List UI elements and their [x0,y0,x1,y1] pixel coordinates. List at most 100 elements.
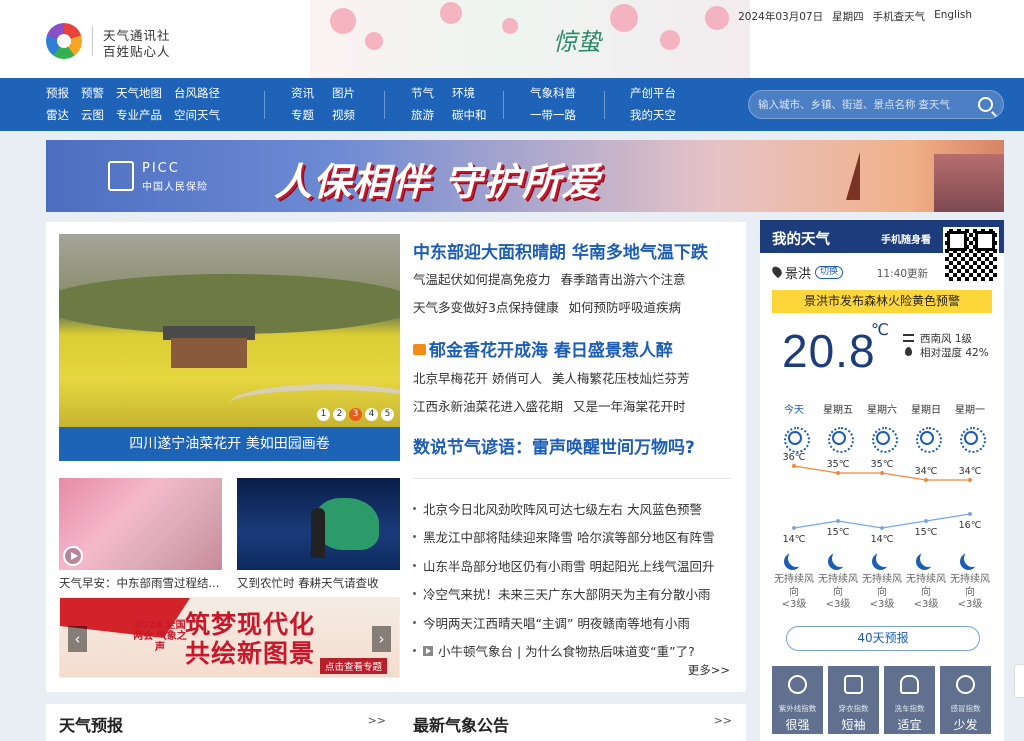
nav-link[interactable]: 一带一路 [530,107,576,123]
news-item[interactable]: 山东半岛部分地区仍有小雨雪 明起阳光上线气温回升 [413,551,731,580]
sub-link[interactable]: 气温起伏如何提高免疫力 [413,269,551,288]
carwash-index-card[interactable]: 洗车指数 适宜 [884,666,935,734]
nav-link[interactable]: 环境 [452,85,487,101]
promo-more-link[interactable]: 点击查看专题 [319,658,387,674]
section-divider [413,478,731,479]
cold-index-card[interactable]: 感冒指数 少发 [940,666,991,734]
sub-link[interactable]: 如何预防呼吸道疾病 [568,297,681,316]
nav-link[interactable]: 台风路径 [174,85,220,101]
nav-link[interactable]: 资讯 [291,85,314,101]
sub-link[interactable]: 又是一年海棠花开时 [573,396,686,415]
news-list: 北京今日北风劲吹阵风可达七级左右 大风蓝色预警 黑龙江中部将陆续迎来降雪 哈尔滨… [413,494,731,665]
switch-city-button[interactable]: 切换 [815,266,844,279]
slide-dot[interactable]: 5 [381,408,394,421]
low-temp-point [792,526,796,530]
english-link[interactable]: English [934,9,972,24]
high-temp-label: 35℃ [827,459,850,470]
forecast-day: 星期一 [955,405,985,416]
news-title: 冷空气来扰！未来三天广东大部阴天为主有分散小雨 [423,587,711,603]
news-title: 北京今日北风劲吹阵风可达七级左右 大风蓝色预警 [423,501,702,517]
clear-night-icon [788,550,805,567]
sub-link[interactable]: 春季踏青出游六个注意 [561,269,686,288]
nav-link[interactable]: 预报 [46,85,69,101]
picc-brand-cn: 中国人民保险 [142,182,208,193]
slide-dot[interactable]: 2 [333,408,346,421]
nav-link[interactable]: 专业产品 [116,107,162,123]
sub-link[interactable]: 天气多变做好3点保持健康 [413,297,558,316]
weather-search-box [748,90,1004,119]
news-item[interactable]: 北京今日北风劲吹阵风可达七级左右 大风蓝色预警 [413,494,731,523]
carousel-prev-icon[interactable]: ‹ [68,626,87,652]
slide-dot[interactable]: 1 [317,408,330,421]
slide-dot[interactable]: 4 [365,408,378,421]
nav-link[interactable]: 雷达 [46,107,69,123]
nav-link[interactable]: 气象科普 [530,85,576,101]
news-item[interactable]: 小牛顿气象台 | 为什么食物热后味道变“重”了? [413,637,731,666]
nav-link[interactable]: 天气地图 [116,85,162,101]
clothing-index-card[interactable]: 穿衣指数 短袖 [828,666,879,734]
nav-link[interactable]: 旅游 [411,107,434,123]
nav-link[interactable]: 云图 [81,107,104,123]
two-sessions-promo-banner[interactable]: 2024 全国两会 气象之声 筑梦现代化 共绘新图景 点击查看专题 ‹ › [59,597,400,678]
forecast-day: 星期五 [823,405,853,416]
hero-caption[interactable]: 四川遂宁油菜花开 美如田园画卷 [59,427,400,461]
nav-link[interactable]: 空间天气 [174,107,220,123]
nav-link[interactable]: 节气 [411,85,434,101]
play-icon[interactable] [63,546,83,566]
nav-link[interactable]: 视频 [332,107,355,123]
slide-dot-active[interactable]: 3 [349,408,362,421]
low-temp-point [924,519,928,523]
sub-link[interactable]: 北京早梅花开 娇俏可人 [413,368,542,387]
thumbnail-caption[interactable]: 天气早安：中东部雨雪过程结... [59,575,222,591]
thumbnail-caption[interactable]: 又到农忙时 春耕天气请查收 [237,575,400,591]
sub-link[interactable]: 美人梅繁花压枝灿烂芬芳 [552,368,690,387]
section-title: 天气预报 [59,716,124,735]
floating-side-tab[interactable] [1014,664,1024,698]
video-thumbnail[interactable] [237,478,400,570]
forty-day-forecast-button[interactable]: 40天预报 [786,626,980,651]
nav-link[interactable]: 产创平台 [630,85,676,101]
headline-link[interactable]: 中东部迎大面积晴朗 华南多地气温下跌 [413,238,708,263]
carousel-next-icon[interactable]: › [372,626,391,652]
high-temp-label: 35℃ [871,459,894,470]
news-item[interactable]: 黑龙江中部将陆续迎来降雪 哈尔滨等部分地区有阵雪 [413,523,731,552]
section-more-link[interactable]: >> [714,714,732,727]
headline-link[interactable]: 数说节气谚语：雷声唤醒世间万物吗? [413,433,695,458]
car-icon [900,675,919,694]
nav-link[interactable]: 碳中和 [452,107,487,123]
nav-group-forecast: 预报 预警 天气地图 台风路径 雷达 云图 专业产品 空间天气 [46,85,220,123]
bullet-icon [413,506,416,510]
nav-link[interactable]: 我的天空 [630,107,676,123]
hill-shape [59,274,400,334]
mobile-weather-link[interactable]: 手机查天气 [873,9,926,24]
more-news-link[interactable]: 更多>> [688,662,730,678]
update-time: 11:40更新 [876,268,928,280]
wind-level: <3级 [869,599,895,610]
high-temp-point [968,478,972,482]
nav-link[interactable]: 预警 [81,85,104,101]
nav-link[interactable]: 图片 [332,85,355,101]
sub-link[interactable]: 江西永新油菜花进入盛花期 [413,396,563,415]
mobile-view-label: 手机随身看 [881,235,931,246]
bullet-icon [413,535,416,539]
sunny-icon [960,427,986,453]
section-more-link[interactable]: >> [368,714,386,727]
wind-level: <3级 [913,599,939,610]
search-input[interactable] [758,95,970,115]
search-icon[interactable] [978,97,993,112]
nav-link[interactable]: 专题 [291,107,314,123]
hero-slideshow-image[interactable]: 1 2 3 4 5 [59,234,400,427]
news-item[interactable]: 冷空气来扰！未来三天广东大部阴天为主有分散小雨 [413,580,731,609]
nav-group-season: 节气 环境 旅游 碳中和 [411,85,487,123]
promo-title-line1: 筑梦现代化 [185,610,316,639]
sub-links: 江西永新油菜花进入盛花期 又是一年海棠花开时 [413,396,686,415]
uv-index-card[interactable]: 紫外线指数 很强 [772,666,823,734]
headline-link[interactable]: 郁金香花开成海 春日盛景惹人醉 [413,336,673,361]
news-item[interactable]: 今明两天江西晴天唱“主调” 明夜赣南等地有小雨 [413,608,731,637]
video-thumbnail[interactable] [59,478,222,570]
blossom-decoration [330,8,356,34]
news-title: 今明两天江西晴天唱“主调” 明夜赣南等地有小雨 [423,615,690,631]
weather-alert-banner[interactable]: 景洪市发布森林火险黄色预警 [772,290,992,313]
insurance-ad-banner[interactable]: PICC 中国人民保险 人保相伴 守护所爱 [46,140,1004,212]
site-logo-icon[interactable] [46,23,82,59]
